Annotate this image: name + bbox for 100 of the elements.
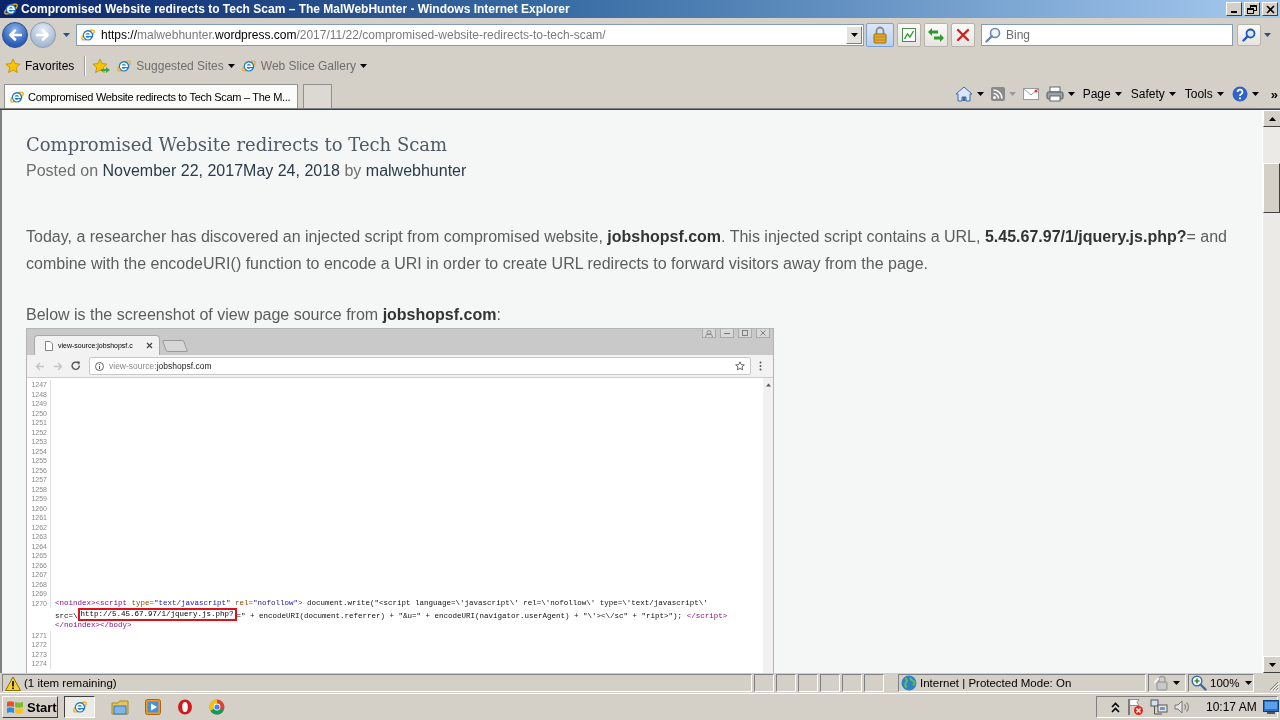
protected-mode-button[interactable] <box>1148 674 1186 692</box>
feed-icon <box>990 87 1005 101</box>
caret-icon <box>1216 92 1224 96</box>
favorites-link[interactable]: Web Slice Gallery <box>240 55 367 77</box>
help-icon <box>1231 86 1248 102</box>
caret-icon <box>62 33 70 37</box>
favorites-button[interactable]: Favorites <box>5 55 75 77</box>
close-icon <box>146 342 153 349</box>
triangle-up-icon <box>764 382 772 387</box>
paragraph: Below is the screenshot of view page source from jobshopsf.com: <box>26 305 501 325</box>
caret-icon <box>1251 92 1259 96</box>
start-button[interactable]: Start <box>2 696 58 718</box>
e-logo-icon <box>116 58 133 74</box>
address-dropdown-button[interactable] <box>846 26 862 44</box>
menu-button[interactable]: Safety <box>1127 83 1179 105</box>
e-logo-icon <box>80 27 96 43</box>
chevron-up-icon[interactable] <box>1111 701 1120 713</box>
resize-grip-icon[interactable] <box>1267 679 1280 692</box>
address-field[interactable]: https://malwebhunter.wordpress.com/2017/11/22/compromised-website-redirects-to-tech-scam/ <box>76 24 864 46</box>
back-button[interactable] <box>2 22 28 48</box>
more-commands-button[interactable]: » <box>1270 83 1278 105</box>
post-title: Compromised Website redirects to Tech Scam <box>26 133 448 157</box>
segmented-circle-logo-icon[interactable] <box>209 699 225 715</box>
caret-icon <box>976 92 984 96</box>
arrow-left-icon <box>35 361 45 371</box>
printer-icon <box>1045 86 1064 102</box>
menu-button[interactable]: Page <box>1079 83 1125 105</box>
arrow-right-icon <box>53 361 63 371</box>
paragraph: Today, a researcher has discovered an injected script from compromised website, jobshopsf.com. This injected script contains a URL, 5.45.67.97/1/jquery.js.php?= and combine with the encodeURI() function to encode a URI in order to create URL redirects to forward visitors away from the page. <box>26 227 1228 274</box>
caret-icon <box>1245 681 1253 685</box>
flag-icon[interactable] <box>1126 698 1144 716</box>
e-logo-icon <box>240 58 257 74</box>
star-icon <box>735 361 745 371</box>
user-icon <box>705 329 713 337</box>
search-icon <box>1242 28 1256 42</box>
date-link[interactable]: May 24, 2018 <box>243 162 340 179</box>
caret-icon <box>227 64 235 68</box>
info-icon <box>95 361 104 371</box>
search-icon <box>985 27 1001 43</box>
minimize-icon <box>724 332 730 334</box>
post-meta: Posted on November 22, 2017May 24, 2018 by malwebhunter <box>26 161 467 181</box>
status-message: (1 item remaining) <box>2 674 752 692</box>
arrow-right-icon <box>36 29 50 41</box>
status-pane <box>754 674 774 692</box>
caret-icon <box>1168 92 1176 96</box>
refresh-button[interactable] <box>924 23 948 47</box>
maximize-icon <box>742 330 748 336</box>
globe-icon <box>901 675 917 691</box>
caret-icon <box>1263 33 1271 37</box>
address-field[interactable]: view-source:jobshopsf.com <box>89 357 751 375</box>
window-title: Compromised Website redirects to Tech Scam – The MalWebHunter - Windows Internet Explorer <box>21 2 570 16</box>
home-icon <box>954 86 973 102</box>
caret-icon <box>359 64 367 68</box>
page-icon <box>45 340 53 351</box>
print-button[interactable] <box>1043 83 1077 105</box>
stop-icon <box>956 28 970 42</box>
arrow-left-icon <box>8 29 22 41</box>
scroll-thumb[interactable] <box>1263 163 1280 213</box>
close-icon <box>760 330 766 336</box>
minimize-icon <box>1231 11 1237 13</box>
scrollbar[interactable] <box>1262 110 1280 673</box>
compatibility-view-button[interactable] <box>897 23 921 47</box>
warning-icon <box>5 675 21 691</box>
search-button[interactable] <box>1237 24 1261 46</box>
o-ring-logo-icon[interactable] <box>177 699 193 715</box>
author-link[interactable]: malwebhunter <box>365 162 467 179</box>
caret-icon <box>1008 92 1016 96</box>
restore-button[interactable] <box>1244 2 1260 16</box>
triangle-up-icon <box>1267 114 1277 123</box>
show-desktop-icon[interactable] <box>1262 699 1279 715</box>
refresh-icon <box>927 27 945 43</box>
caret-icon <box>1173 681 1180 685</box>
browser-tab[interactable]: Compromised Website redirects to Tech Scam – The M... <box>4 84 298 108</box>
e-logo-icon <box>71 699 88 715</box>
favorites-link[interactable]: Suggested Sites <box>116 55 235 77</box>
media-player-icon[interactable] <box>145 699 161 715</box>
broken-page-icon <box>901 27 917 43</box>
close-icon <box>1265 4 1275 14</box>
triangle-down-icon <box>1267 660 1277 669</box>
restore-icon <box>1247 4 1257 14</box>
menu-icon <box>759 361 762 371</box>
star-arrow-icon <box>92 58 111 74</box>
padlock-icon <box>873 26 887 44</box>
scroll-down-button[interactable] <box>1263 656 1280 673</box>
taskbar-button[interactable] <box>64 696 95 718</box>
date-link[interactable]: November 22, 2017 <box>102 162 244 179</box>
menu-button[interactable]: Tools <box>1181 83 1227 105</box>
envelope-icon <box>1022 88 1039 100</box>
caret-icon <box>1067 92 1075 96</box>
network-icon[interactable] <box>1150 699 1168 715</box>
stop-button[interactable] <box>951 23 975 47</box>
security-zone: Internet | Protected Mode: On <box>898 674 1146 692</box>
clock[interactable]: 10:17 AM <box>1206 700 1257 714</box>
speaker-icon[interactable] <box>1174 699 1190 715</box>
padlock-icon <box>1154 675 1170 691</box>
e-logo-icon <box>3 1 19 17</box>
scroll-up-button[interactable] <box>1263 110 1280 127</box>
maximize-button[interactable] <box>738 329 752 338</box>
search-field[interactable]: Bing <box>981 24 1233 46</box>
zoom-button[interactable]: 100% <box>1188 674 1254 692</box>
